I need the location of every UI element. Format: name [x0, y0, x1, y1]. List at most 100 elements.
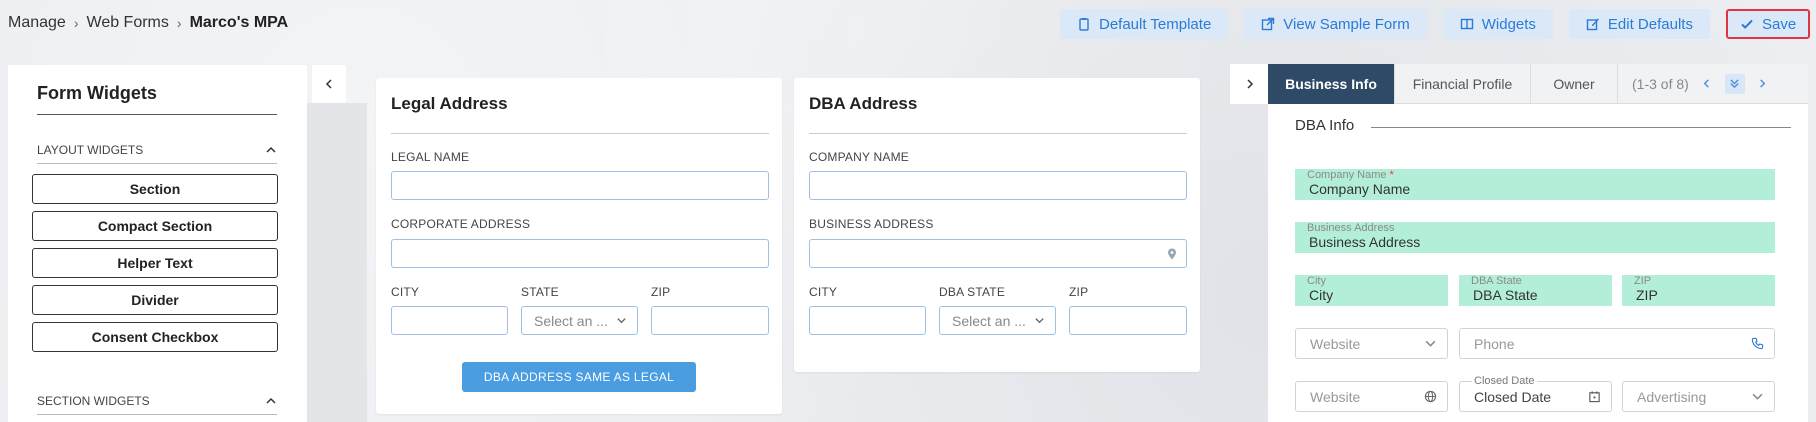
clipboard-icon [1079, 18, 1089, 31]
dba-state-field[interactable]: DBA State DBA State [1459, 275, 1612, 306]
tab-financial-profile[interactable]: Financial Profile [1395, 64, 1531, 104]
phone-icon [1751, 337, 1764, 350]
divider [1371, 127, 1791, 128]
chevron-up-icon[interactable] [265, 395, 277, 407]
chevron-right-icon [1760, 79, 1766, 88]
company-name-input[interactable] [809, 171, 1187, 200]
tab-owner[interactable]: Owner [1531, 64, 1618, 104]
dba-zip-input[interactable] [1069, 306, 1187, 335]
default-template-label: Default Template [1099, 15, 1212, 33]
breadcrumb-manage[interactable]: Manage [8, 14, 66, 32]
phone-placeholder: Phone [1474, 335, 1515, 352]
columns-icon [1460, 18, 1473, 30]
breadcrumb-separator: › [73, 15, 79, 31]
breadcrumb: Manage › Web Forms › Marco's MPA [8, 14, 288, 32]
dba-info-title: DBA Info [1295, 117, 1355, 134]
toolbar: Default Template View Sample Form Widget… [1060, 9, 1811, 39]
default-template-button[interactable]: Default Template [1060, 9, 1229, 39]
corporate-address-input[interactable] [391, 239, 769, 268]
dba-zip-label: ZIP [1069, 285, 1089, 299]
canvas-gutter [307, 103, 367, 422]
chevron-down-icon [1425, 340, 1436, 347]
business-address-label: BUSINESS ADDRESS [809, 217, 934, 231]
double-chevron-down-icon [1730, 79, 1739, 89]
website-placeholder: Website [1310, 388, 1361, 405]
dba-address-heading: DBA Address [809, 94, 918, 113]
view-sample-form-label: View Sample Form [1283, 15, 1410, 33]
edit-icon [1586, 18, 1599, 31]
widgets-button[interactable]: Widgets [1442, 9, 1553, 39]
dba-same-as-legal-button[interactable]: DBA ADDRESS SAME AS LEGAL [462, 362, 696, 392]
layout-widgets-header[interactable]: LAYOUT WIDGETS [37, 136, 277, 164]
dba-state-field-label: DBA State [1471, 275, 1522, 287]
closed-date-input[interactable]: Closed Date Closed Date [1459, 375, 1612, 412]
advertising-placeholder: Advertising [1637, 388, 1707, 405]
edit-defaults-button[interactable]: Edit Defaults [1568, 9, 1710, 39]
widget-compact-section[interactable]: Compact Section [32, 211, 278, 241]
layout-widgets-label: LAYOUT WIDGETS [37, 142, 144, 157]
website-input[interactable]: Website [1295, 381, 1448, 412]
pager-prev-button[interactable] [1697, 74, 1717, 94]
pager-expand-button[interactable] [1724, 73, 1745, 94]
breadcrumb-web-forms[interactable]: Web Forms [87, 14, 169, 32]
business-address-field-label: Business Address [1307, 222, 1395, 234]
zip-label: ZIP [651, 285, 671, 299]
section-widgets-header[interactable]: SECTION WIDGETS [37, 387, 277, 415]
state-label: STATE [521, 285, 559, 299]
collapse-left-panel-button[interactable] [312, 65, 346, 103]
save-label: Save [1761, 15, 1797, 33]
map-pin-icon [1168, 248, 1176, 260]
legal-name-input[interactable] [391, 171, 769, 200]
advertising-select[interactable]: Advertising [1622, 381, 1775, 412]
chevron-down-icon [1035, 318, 1044, 324]
business-address-field[interactable]: Business Address Business Address [1295, 222, 1775, 253]
dba-city-label: CITY [809, 285, 838, 299]
check-icon [1741, 19, 1753, 29]
widget-divider[interactable]: Divider [32, 285, 278, 315]
widget-consent-checkbox[interactable]: Consent Checkbox [32, 322, 278, 352]
form-widgets-title: Form Widgets [37, 83, 157, 103]
dba-state-select[interactable]: Select an ... [939, 306, 1056, 335]
zip-input[interactable] [651, 306, 769, 335]
chevron-up-icon[interactable] [265, 144, 277, 156]
section-tabs: Business Info Financial Profile Owner (1… [1268, 64, 1808, 104]
city-field[interactable]: City City [1295, 275, 1448, 306]
chevron-down-icon [1752, 393, 1763, 400]
chevron-down-icon [617, 318, 626, 324]
collapse-right-panel-button[interactable] [1230, 64, 1270, 104]
zip-field-value: ZIP [1636, 287, 1658, 303]
tab-business-info[interactable]: Business Info [1268, 64, 1395, 104]
business-address-field-value: Business Address [1309, 234, 1421, 250]
form-widgets-panel: Form Widgets LAYOUT WIDGETS Section Comp… [8, 65, 307, 422]
state-select-placeholder: Select an ... [534, 312, 608, 329]
divider [809, 133, 1187, 134]
company-name-label: COMPANY NAME [809, 150, 909, 164]
city-input[interactable] [391, 306, 508, 335]
globe-icon [1424, 390, 1437, 403]
chevron-left-icon [1704, 79, 1710, 88]
chevron-right-icon [1247, 79, 1254, 89]
company-name-field[interactable]: Company Name * Company Name [1295, 169, 1775, 200]
widget-section[interactable]: Section [32, 174, 278, 204]
website-select[interactable]: Website [1295, 328, 1448, 359]
corporate-address-label: CORPORATE ADDRESS [391, 217, 531, 231]
company-name-field-value: Company Name [1309, 181, 1411, 197]
pager-next-button[interactable] [1753, 74, 1773, 94]
phone-input[interactable]: Phone [1459, 328, 1775, 359]
company-name-field-label: Company Name * [1307, 169, 1394, 181]
state-select[interactable]: Select an ... [521, 306, 638, 335]
view-sample-form-button[interactable]: View Sample Form [1244, 9, 1427, 39]
zip-field[interactable]: ZIP ZIP [1622, 275, 1775, 306]
business-address-input[interactable] [809, 239, 1187, 268]
city-field-value: City [1309, 287, 1334, 303]
dba-state-label: DBA STATE [939, 285, 1006, 299]
calendar-icon[interactable] [1588, 390, 1601, 403]
save-button[interactable]: Save [1725, 9, 1811, 39]
widgets-label: Widgets [1481, 15, 1536, 33]
zip-field-label: ZIP [1634, 275, 1652, 287]
dba-city-input[interactable] [809, 306, 926, 335]
closed-date-value: Closed Date [1474, 388, 1552, 405]
form-preview: DBA Info Company Name * Company Name Bus… [1268, 104, 1808, 422]
breadcrumb-separator: › [176, 15, 182, 31]
widget-helper-text[interactable]: Helper Text [32, 248, 278, 278]
